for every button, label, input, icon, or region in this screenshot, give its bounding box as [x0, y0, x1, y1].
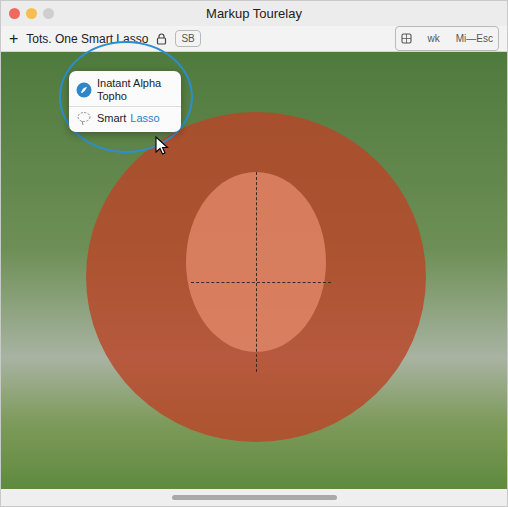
menu-label: Inatant Alpha Topho — [97, 77, 174, 103]
tool-menu: Inatant Alpha Topho Smart Lasso — [69, 71, 181, 132]
menu-accent-text: Lasso — [130, 112, 159, 124]
frame-icon[interactable] — [401, 33, 412, 44]
minimize-button[interactable] — [26, 8, 37, 19]
app-icon — [76, 82, 92, 98]
close-button[interactable] — [9, 8, 20, 19]
tool-label[interactable]: Tots. One Smart Lasso — [26, 30, 148, 48]
toolbar-button[interactable]: wk — [428, 31, 440, 46]
pointer-icon — [155, 133, 169, 157]
toolbar-button[interactable]: Mi—Esc — [456, 31, 493, 46]
scroll-bar — [1, 489, 507, 506]
window-controls — [9, 8, 54, 19]
view-controls: wk Mi—Esc — [395, 26, 499, 51]
markup-window: Markup Tourelay + Tots. One Smart Lasso SB w… — [0, 0, 508, 507]
lasso-icon — [76, 110, 92, 126]
menu-item[interactable]: Smart Lasso — [69, 106, 181, 129]
lock-icon[interactable] — [156, 33, 167, 45]
menu-text: Inatant Alpha Topho — [97, 77, 161, 102]
menu-text: Smart — [97, 112, 126, 124]
scroll-thumb[interactable] — [172, 495, 337, 500]
add-button[interactable]: + — [9, 27, 18, 51]
title-bar: Markup Tourelay — [1, 1, 507, 26]
sb-button[interactable]: SB — [175, 30, 200, 47]
zoom-button[interactable] — [43, 8, 54, 19]
crosshair-horizontal — [191, 282, 331, 283]
toolbar: + Tots. One Smart Lasso SB wk Mi—Esc — [1, 26, 507, 52]
menu-item[interactable]: Inatant Alpha Topho — [69, 74, 181, 106]
window-title: Markup Tourelay — [206, 4, 302, 24]
menu-label: Smart Lasso — [97, 112, 160, 125]
crosshair-vertical — [256, 172, 257, 372]
